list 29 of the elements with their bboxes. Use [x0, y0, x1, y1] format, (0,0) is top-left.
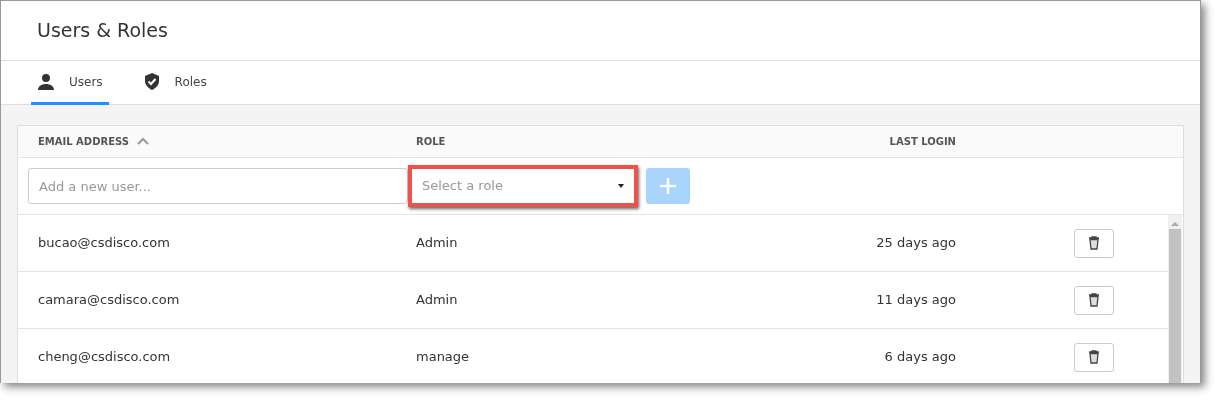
- tab[interactable]: Roles: [136, 61, 213, 105]
- scroll-up-icon[interactable]: [1171, 221, 1179, 227]
- email-input-field[interactable]: Add a new user...: [28, 168, 408, 204]
- role-cell: Admin: [416, 292, 458, 308]
- delete-button[interactable]: [1074, 228, 1114, 258]
- trash-icon: [1088, 293, 1100, 307]
- column-header[interactable]: EMAIL ADDRESS: [38, 134, 129, 149]
- last-login-cell: 6 days ago: [884, 349, 956, 365]
- role-cell: manage: [416, 349, 470, 365]
- column-header: LAST LOGIN: [889, 135, 956, 149]
- email-cell: bucao@csdisco.com: [38, 235, 170, 251]
- delete-button[interactable]: [1074, 342, 1114, 372]
- page-title: Users & Roles: [37, 19, 168, 41]
- sort-ascending-icon[interactable]: [136, 137, 149, 146]
- tab[interactable]: Users: [31, 61, 109, 105]
- email-cell: camara@csdisco.com: [38, 292, 180, 308]
- shield-check-icon: [142, 72, 161, 91]
- plus-icon: [659, 177, 677, 195]
- email-cell: cheng@csdisco.com: [38, 349, 171, 365]
- last-login-cell: 25 days ago: [876, 235, 956, 251]
- trash-icon: [1088, 350, 1100, 364]
- last-login-cell: 11 days ago: [876, 292, 956, 308]
- scrollbar[interactable]: [1168, 215, 1182, 383]
- delete-button[interactable]: [1074, 285, 1114, 315]
- dropdown-caret-icon: [618, 184, 624, 188]
- person-icon: [37, 72, 55, 91]
- trash-icon: [1088, 236, 1100, 250]
- role-cell: Admin: [416, 235, 458, 251]
- column-header: ROLE: [416, 135, 446, 149]
